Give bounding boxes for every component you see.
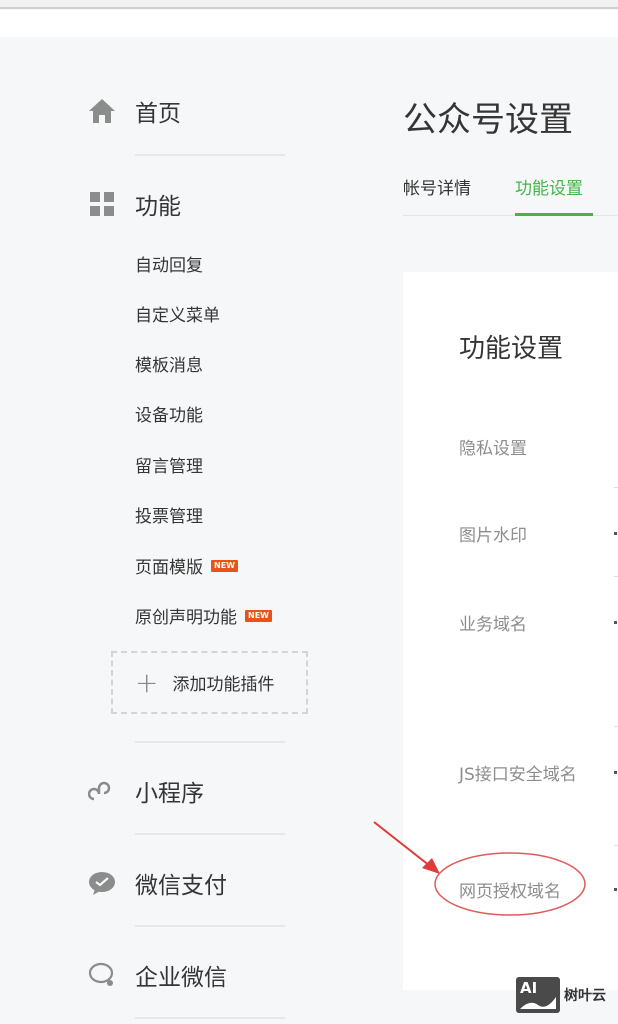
annotation-arrow-icon — [373, 821, 586, 916]
logo-text: AI — [520, 979, 538, 997]
watermark-logo: AI 树叶云 — [516, 977, 606, 1013]
watermark-brand: 树叶云 — [564, 988, 606, 1004]
ai-logo-icon: AI — [516, 977, 560, 1013]
